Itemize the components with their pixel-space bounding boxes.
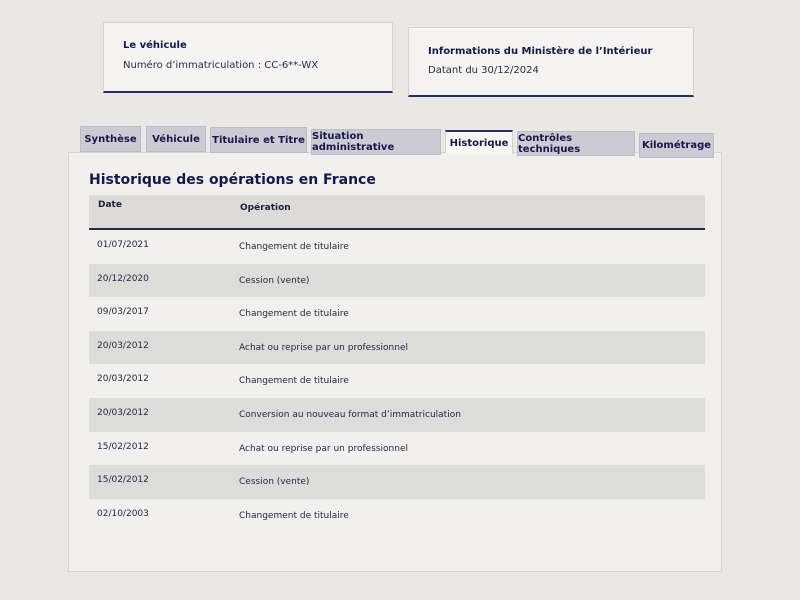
- vehicle-card: Le véhicule Numéro d’immatriculation : C…: [103, 22, 393, 93]
- vehicle-card-title: Le véhicule: [123, 40, 187, 51]
- row-date: 20/03/2012: [97, 340, 149, 351]
- row-operation: Changement de titulaire: [239, 510, 349, 521]
- ministry-info-card: Informations du Ministère de l’Intérieur…: [408, 27, 694, 97]
- table-header: Date Opération: [89, 195, 705, 230]
- history-title: Historique des opérations en France: [89, 172, 376, 188]
- row-date: 20/03/2012: [97, 374, 149, 385]
- row-operation: Achat ou reprise par un professionnel: [239, 342, 408, 353]
- tab-synthese[interactable]: Synthèse: [80, 126, 141, 152]
- row-operation: Changement de titulaire: [239, 242, 349, 252]
- column-header-date: Date: [98, 200, 122, 210]
- row-date: 02/10/2003: [97, 508, 149, 519]
- row-operation: Cession (vente): [239, 275, 310, 286]
- column-header-operation: Opération: [240, 203, 291, 213]
- tab-kilometrage[interactable]: Kilométrage: [639, 133, 714, 158]
- table-row: 01/07/2021 Changement de titulaire: [89, 230, 705, 264]
- row-date: 20/03/2012: [97, 407, 149, 418]
- row-operation: Changement de titulaire: [239, 376, 349, 387]
- row-date: 15/02/2012: [97, 475, 149, 486]
- history-table: Date Opération 01/07/2021 Changement de …: [89, 195, 705, 533]
- table-row: 20/03/2012 Changement de titulaire: [89, 364, 705, 398]
- ministry-info-date: Datant du 30/12/2024: [428, 65, 539, 76]
- tab-titulaire-et-titre[interactable]: Titulaire et Titre: [210, 127, 307, 153]
- table-row: 09/03/2017 Changement de titulaire: [89, 297, 705, 331]
- table-row: 20/12/2020 Cession (vente): [89, 263, 705, 298]
- row-date: 20/12/2020: [97, 273, 149, 284]
- row-operation: Achat ou reprise par un professionnel: [239, 443, 408, 454]
- tab-controles-techniques[interactable]: Contrôles techniques: [517, 131, 635, 156]
- table-row: 20/03/2012 Conversion au nouveau format …: [89, 397, 705, 432]
- registration-number: Numéro d’immatriculation : CC-6**-WX: [123, 60, 319, 71]
- row-operation: Changement de titulaire: [239, 309, 349, 320]
- row-date: 09/03/2017: [97, 307, 149, 318]
- table-row: 15/02/2012 Cession (vente): [89, 465, 705, 499]
- ministry-info-title: Informations du Ministère de l’Intérieur: [428, 46, 653, 57]
- table-row: 02/10/2003 Changement de titulaire: [89, 498, 705, 533]
- row-operation: Cession (vente): [239, 477, 310, 488]
- row-date: 15/02/2012: [97, 441, 149, 452]
- tab-historique[interactable]: Historique: [445, 130, 513, 154]
- table-row: 15/02/2012 Achat ou reprise par un profe…: [89, 431, 705, 466]
- tab-situation-administrative[interactable]: Situation administrative: [311, 129, 441, 155]
- row-date: 01/07/2021: [97, 240, 149, 250]
- table-row: 20/03/2012 Achat ou reprise par un profe…: [89, 330, 705, 365]
- tab-vehicule[interactable]: Véhicule: [146, 126, 206, 152]
- row-operation: Conversion au nouveau format d’immatricu…: [239, 409, 461, 420]
